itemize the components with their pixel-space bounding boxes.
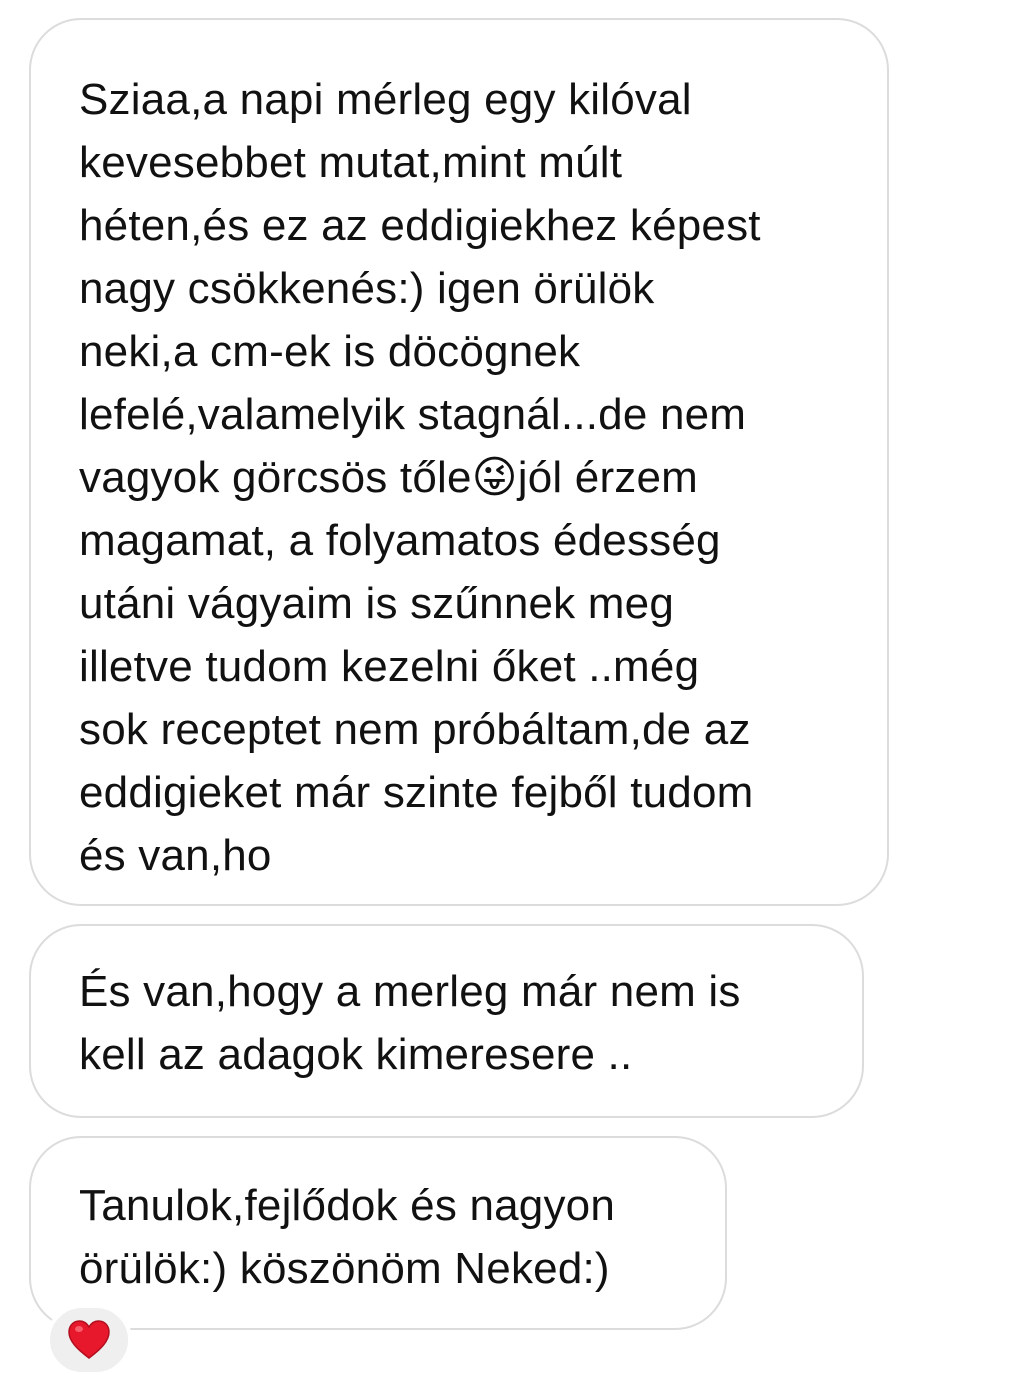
message-thread: Sziaa,a napi mérleg egy kilóval kevesebb…	[0, 0, 1030, 1396]
message-bubble[interactable]: Sziaa,a napi mérleg egy kilóval kevesebb…	[29, 18, 889, 906]
red-heart-icon	[67, 1319, 111, 1361]
heart-reaction[interactable]	[46, 1304, 132, 1376]
message-bubble[interactable]: És van,hogy a merleg már nem is kell az …	[29, 924, 864, 1118]
message-bubble[interactable]: Tanulok,fejlődok és nagyon örülök:) kösz…	[29, 1136, 727, 1330]
